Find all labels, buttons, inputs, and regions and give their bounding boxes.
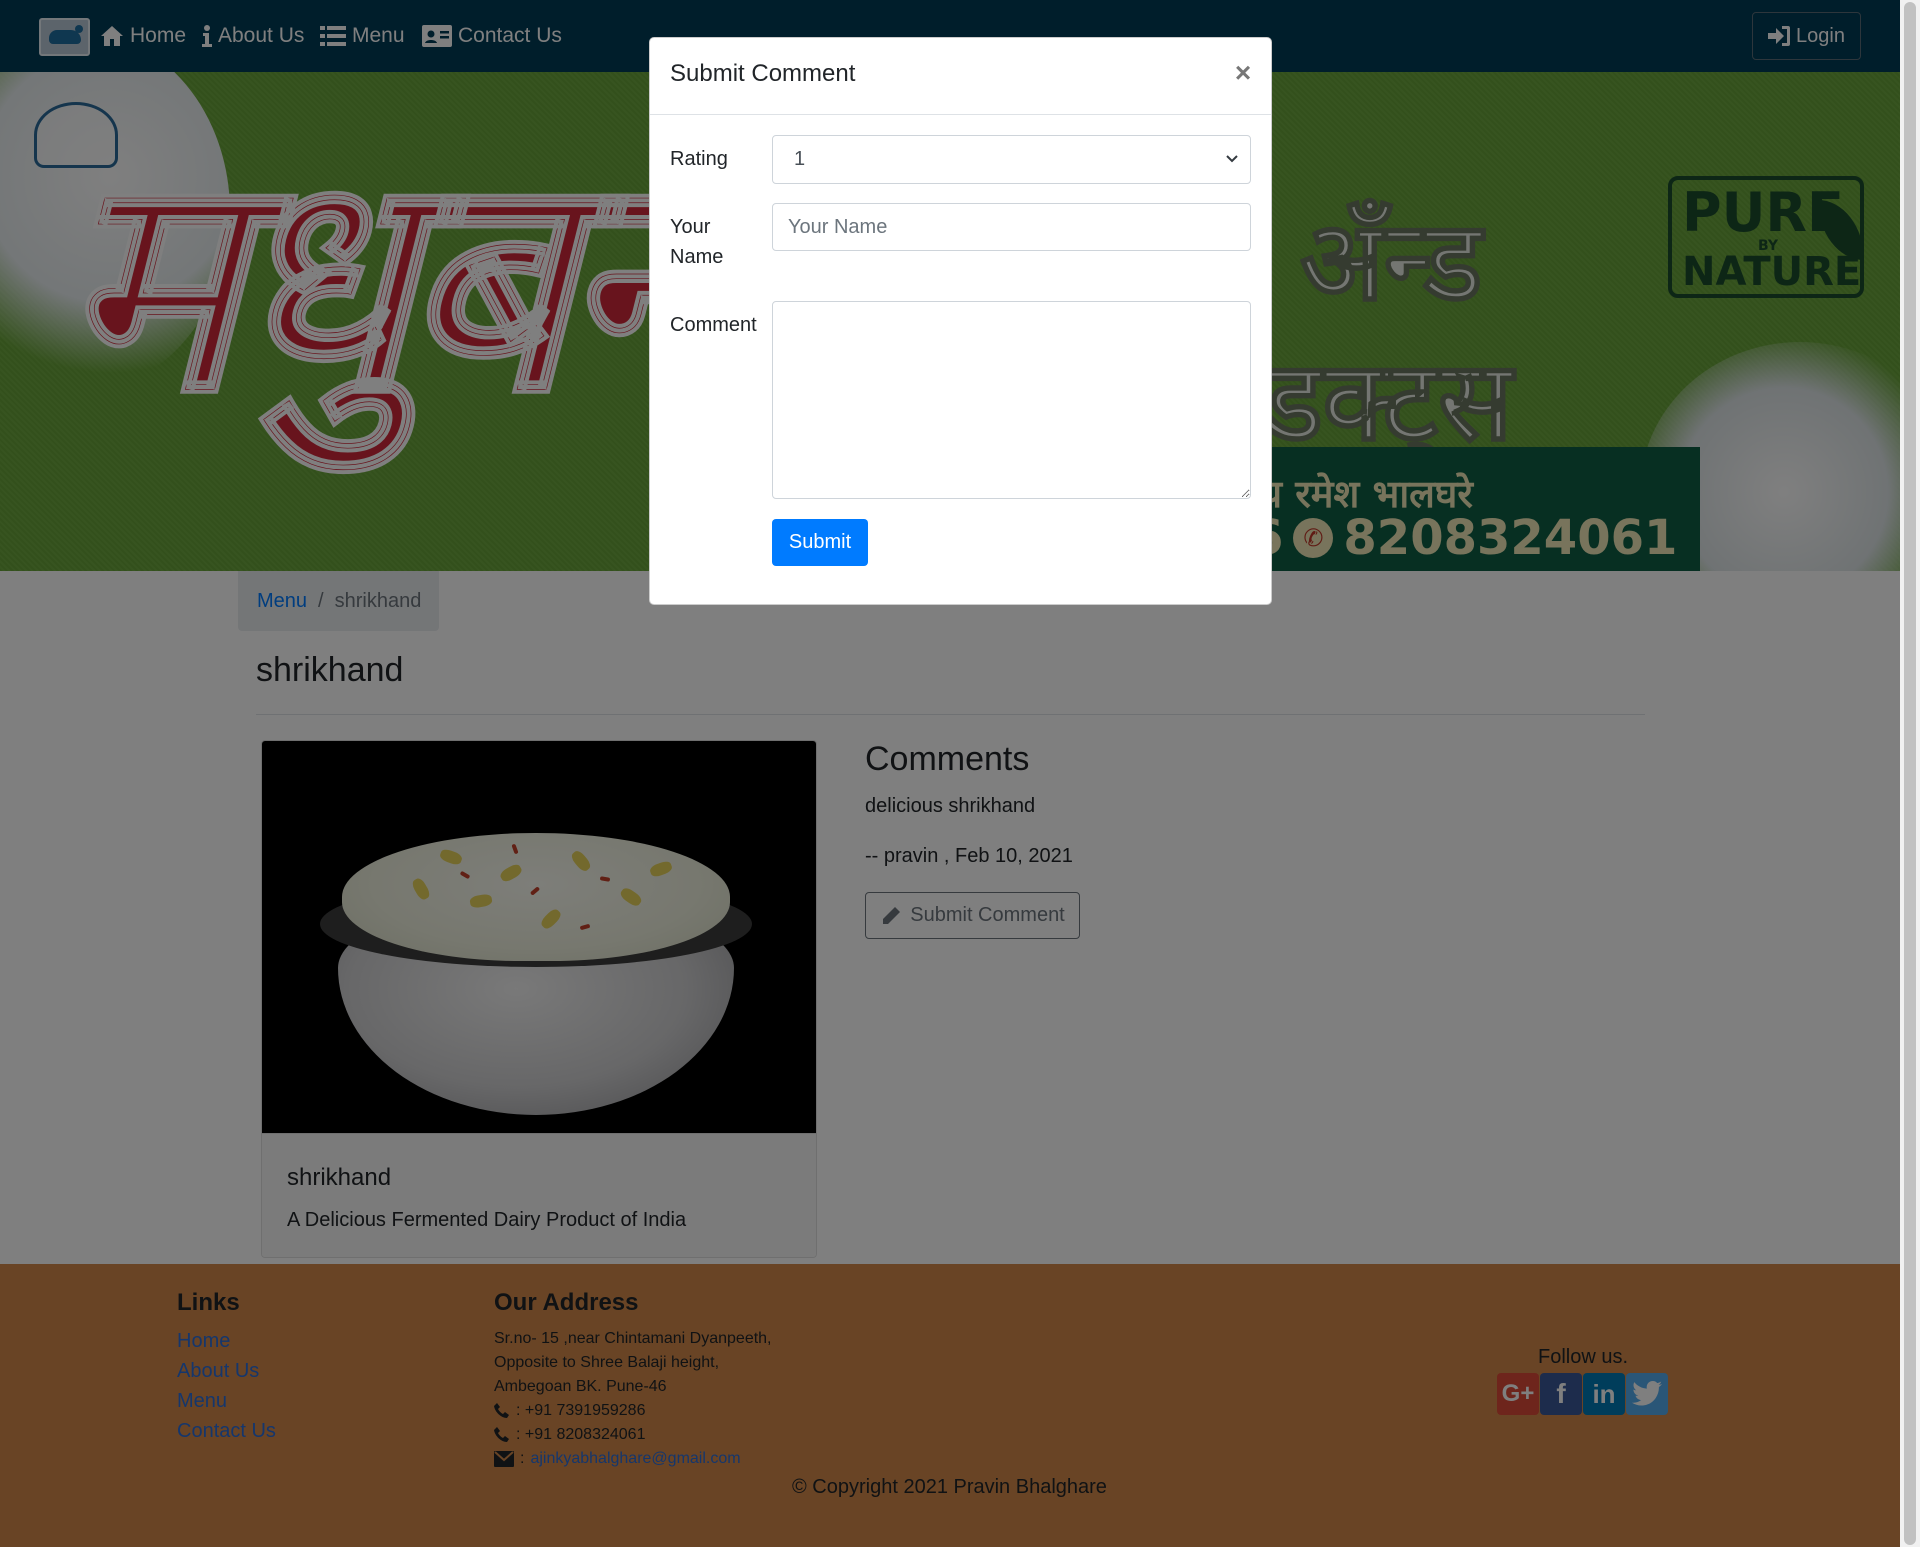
rating-selected-value: 1	[794, 148, 806, 170]
modal-header: Submit Comment ×	[650, 38, 1271, 115]
modal-title: Submit Comment	[670, 60, 856, 87]
submit-button[interactable]: Submit	[772, 519, 868, 566]
chevron-down-icon	[1226, 155, 1238, 163]
scrollbar-thumb[interactable]	[1904, 2, 1916, 1545]
name-input[interactable]	[772, 203, 1251, 251]
comment-label: Comment	[670, 314, 757, 336]
close-icon[interactable]: ×	[1230, 58, 1256, 88]
rating-select[interactable]: 1	[772, 135, 1251, 184]
comment-textarea[interactable]	[772, 301, 1251, 499]
page-scrollbar[interactable]	[1900, 0, 1920, 1547]
submit-comment-modal: Submit Comment × Rating 1 Your Name Comm…	[649, 37, 1272, 605]
rating-label: Rating	[670, 148, 728, 170]
name-label: Your Name	[670, 216, 724, 268]
